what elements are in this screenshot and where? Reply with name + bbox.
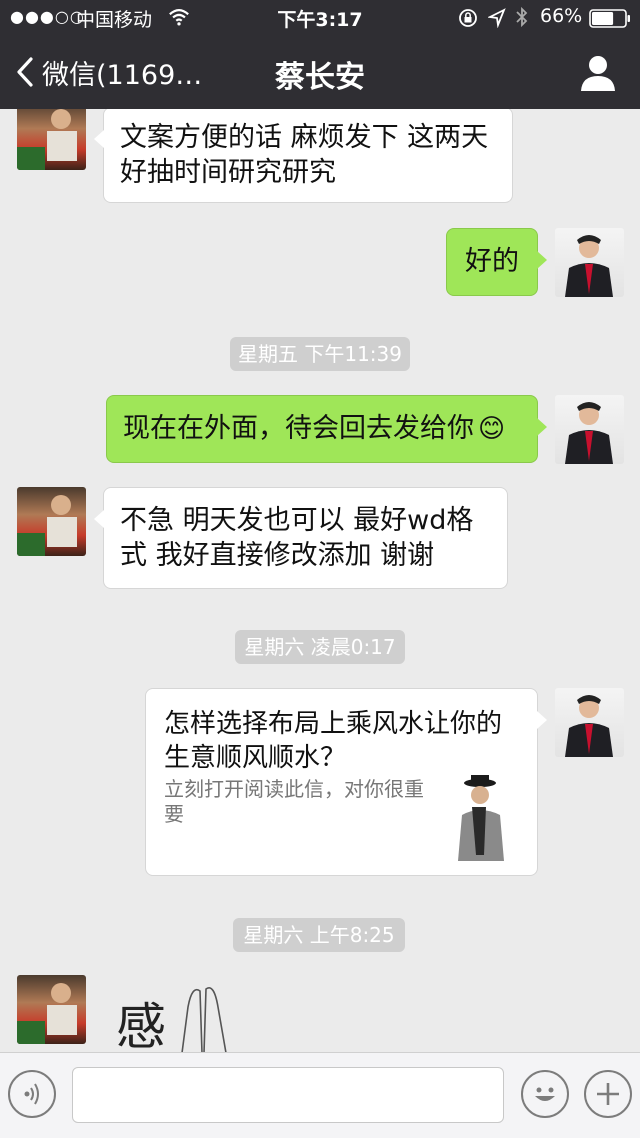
article-link-card[interactable]: 怎样选择布局上乘风水让你的生意顺风顺水？ 立刻打开阅读此信，对你很重要 [145,688,547,876]
top-bar: ●●●○○ 中国移动 下午3:17 66% 微信(1169… 蔡长安 [0,0,640,109]
battery-percent: 66% [540,5,583,27]
self-avatar[interactable] [555,228,624,297]
battery-icon [589,9,630,28]
bluetooth-icon [516,6,528,28]
time-divider: 星期六 凌晨0:17 [235,630,405,664]
message-text-line: 不急 明天发也可以 最好wd格 [120,505,474,536]
received-message[interactable]: 不急 明天发也可以 最好wd格 式 我好直接修改添加 谢谢 [94,487,508,589]
voice-icon [24,1083,39,1105]
sticker-message[interactable]: 感 [116,981,238,1052]
card-title: 怎样选择布局上乘风水让你的生意顺风顺水？ [164,709,503,773]
sent-message[interactable]: 现在在外面，待会回去发给你 😊 [106,395,547,463]
contact-avatar[interactable] [17,487,86,556]
message-text-line: 式 我好直接修改添加 谢谢 [120,540,435,571]
contact-avatar[interactable] [17,975,86,1044]
more-button[interactable] [584,1070,632,1118]
wechat-chat-screen: ●●●○○ 中国移动 下午3:17 66% 微信(1169… 蔡长安 文案方便的… [0,0,640,1138]
status-bar: ●●●○○ 中国移动 下午3:17 66% [0,0,640,36]
sticker-calligraphy: 感 [116,998,166,1052]
smile-emoji-icon: 😊 [478,414,506,444]
message-text-line: 文案方便的话 麻烦发下 这两天 [120,122,489,153]
self-avatar[interactable] [555,688,624,757]
location-arrow-icon [488,8,506,28]
message-list[interactable]: 文案方便的话 麻烦发下 这两天 好抽时间研究研究 好的 星期五 下午11:39 … [0,109,640,1052]
self-avatar[interactable] [555,395,624,464]
message-text: 现在在外面，待会回去发给你 [123,413,474,444]
contact-avatar[interactable] [17,109,86,170]
received-message[interactable]: 文案方便的话 麻烦发下 这两天 好抽时间研究研究 [94,109,513,203]
message-input[interactable] [72,1067,504,1123]
sent-message[interactable]: 好的 [446,228,547,296]
time-divider: 星期六 上午8:25 [233,918,405,952]
message-text-line: 好的 [465,246,519,277]
praying-hands-icon [181,987,227,1052]
person-icon[interactable] [578,54,618,92]
input-bar [0,1052,640,1138]
card-thumbnail [450,775,520,861]
voice-button[interactable] [8,1070,56,1118]
chat-title: 蔡长安 [275,60,365,95]
emoji-icon [535,1087,555,1101]
plus-icon [597,1083,619,1105]
message-text-line: 现在在外面，待会回去发给你 😊 [123,411,521,447]
rotation-lock-icon [459,9,477,27]
time-divider: 星期五 下午11:39 [230,337,410,371]
message-text-line: 好抽时间研究研究 [120,157,336,188]
navigation-bar: 微信(1169… 蔡长安 [0,36,640,109]
card-description: 立刻打开阅读此信，对你很重要 [164,777,424,826]
emoji-button[interactable] [521,1070,569,1118]
